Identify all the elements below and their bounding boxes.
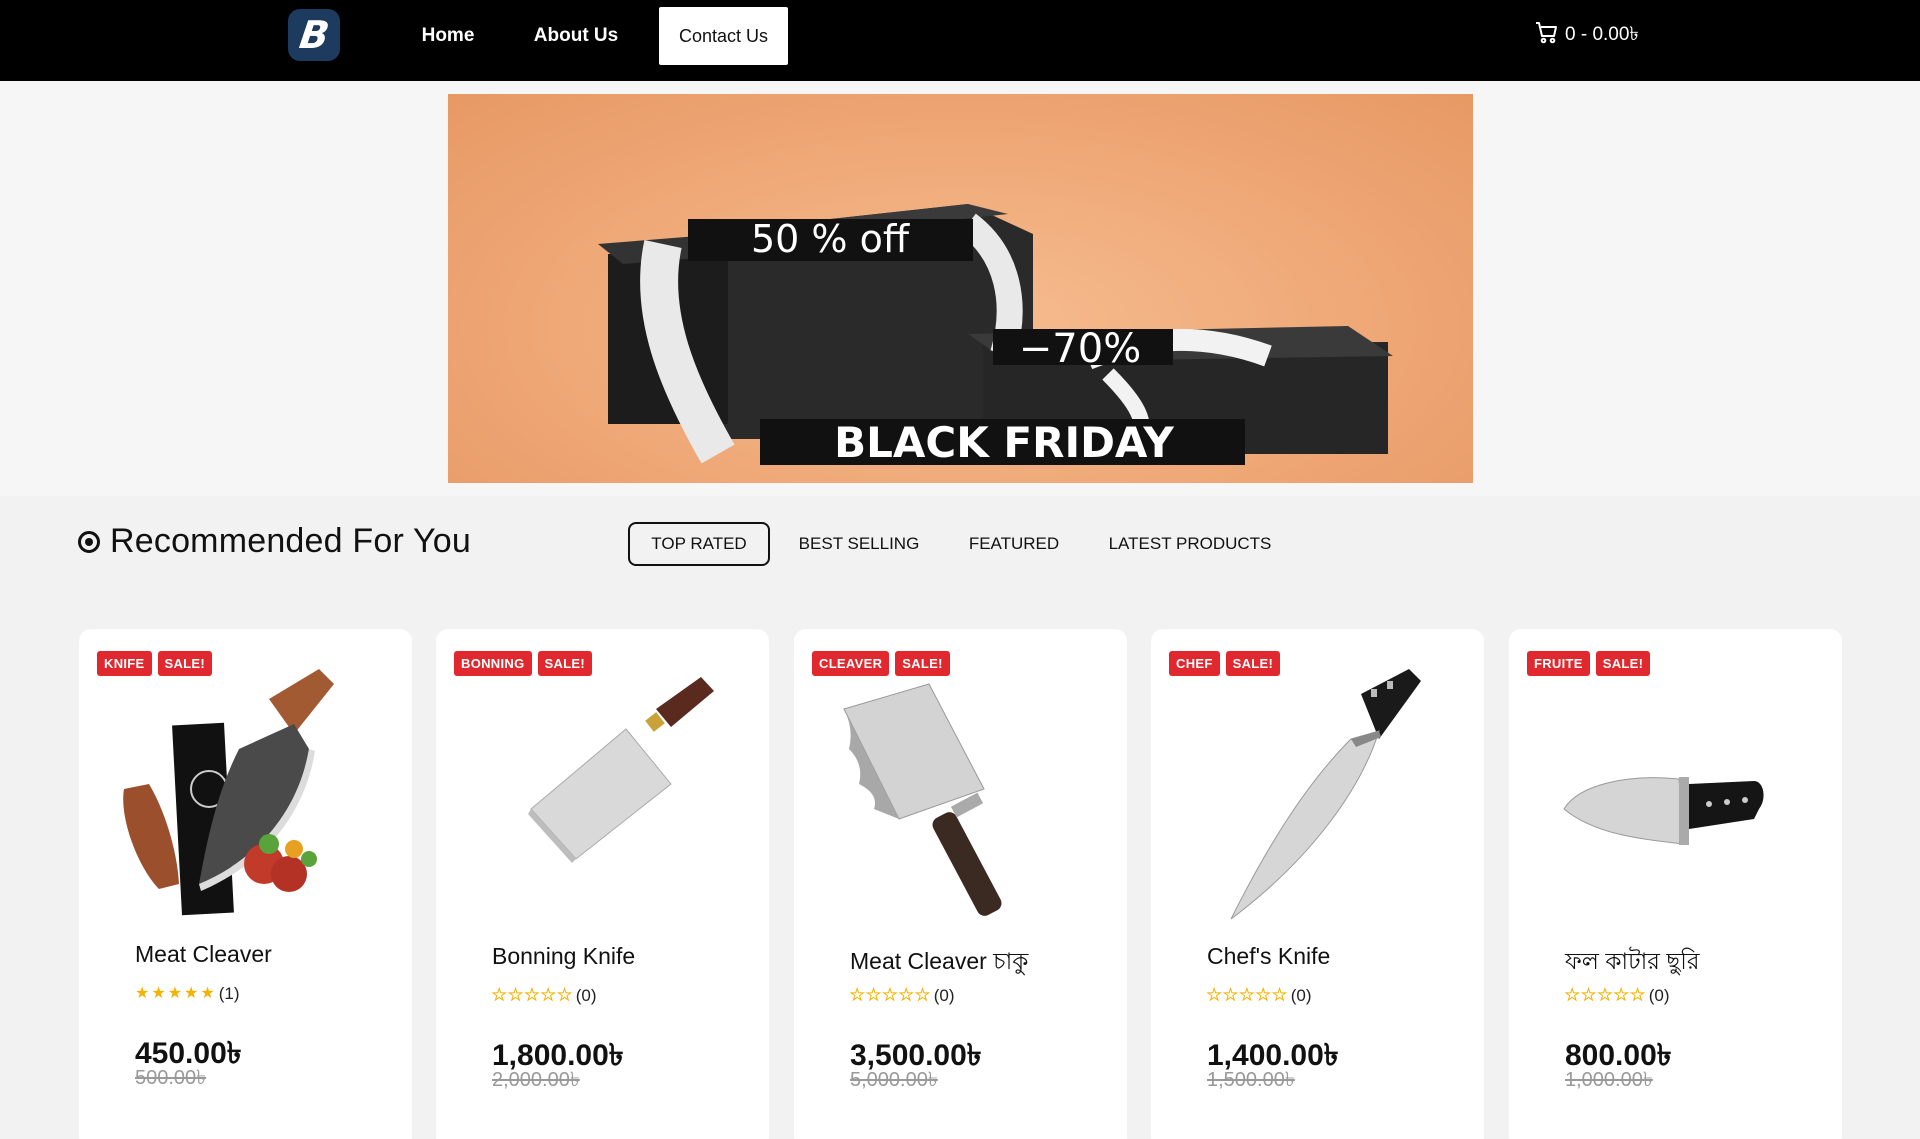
nav-home-link[interactable]: Home <box>410 7 486 65</box>
star-rating-icon: ★ ★ ★ ★ ★ <box>1206 987 1287 1004</box>
product-name[interactable]: Chef's Knife <box>1207 943 1330 970</box>
product-card[interactable]: BONNING SALE! Bonning Knife ★ ★ ★ ★ ★ (0) 1,… <box>436 629 769 1139</box>
star-rating-icon: ★ ★ ★ ★ ★ <box>135 985 215 1002</box>
product-name[interactable]: ফল কাটার ছুরি <box>1565 943 1700 982</box>
gift-boxes-illustration: 50 % off −70% BLACK FRIDAY <box>598 204 1393 467</box>
tab-latest-products[interactable]: LATEST PRODUCTS <box>1100 522 1280 566</box>
hero-banner[interactable]: 50 % off −70% BLACK FRIDAY <box>448 94 1473 483</box>
tab-best-selling[interactable]: BEST SELLING <box>788 522 930 566</box>
product-rating: ★ ★ ★ ★ ★ (0) <box>1564 986 1670 1006</box>
chef-knife-icon[interactable] <box>1191 669 1444 929</box>
product-card[interactable]: KNIFE SALE! Meat Cleaver ★ ★ ★ ★ ★ (1) 450.0… <box>79 629 412 1139</box>
logo-letter: B <box>296 13 332 57</box>
fruit-knife-icon[interactable] <box>1549 669 1802 929</box>
star-rating-icon: ★ ★ ★ ★ ★ <box>1564 987 1645 1004</box>
star-rating-icon: ★ ★ ★ ★ ★ <box>849 987 930 1004</box>
nav-contact-button[interactable]: Contact Us <box>659 7 788 65</box>
review-count: (0) <box>575 986 597 1005</box>
cart-icon <box>1535 21 1559 51</box>
product-name[interactable]: Meat Cleaver <box>135 941 272 968</box>
banner-text-top: 50 % off <box>751 217 910 261</box>
site-logo[interactable]: B <box>288 9 340 61</box>
product-old-price: 1,000.00৳ <box>1565 1069 1653 1091</box>
product-old-price: 2,000.00৳ <box>492 1069 580 1091</box>
boxed-cleaver-knife-set-icon[interactable] <box>119 669 372 929</box>
cart-total: 0 - 0.00৳ <box>1565 24 1639 45</box>
tab-top-rated[interactable]: TOP RATED <box>628 522 770 566</box>
star-rating-icon: ★ ★ ★ ★ ★ <box>491 987 572 1004</box>
product-rating: ★ ★ ★ ★ ★ (1) <box>135 984 240 1004</box>
section-title: Recommended For You <box>110 522 472 560</box>
product-card[interactable]: CHEF SALE! Chef's Knife ★ ★ ★ ★ ★ (0) 1,400.… <box>1151 629 1484 1139</box>
product-old-price: 1,500.00৳ <box>1207 1069 1295 1091</box>
product-rating: ★ ★ ★ ★ ★ (0) <box>1206 986 1312 1006</box>
target-bullet-icon <box>78 530 100 553</box>
review-count: (1) <box>218 984 240 1003</box>
review-count: (0) <box>1290 986 1312 1005</box>
tab-featured[interactable]: FEATURED <box>955 522 1073 566</box>
section-header: Recommended For You <box>78 522 471 561</box>
banner-text-mid: −70% <box>1019 326 1141 372</box>
product-name[interactable]: Bonning Knife <box>492 943 635 970</box>
review-count: (0) <box>1648 986 1670 1005</box>
product-old-price: 5,000.00৳ <box>850 1069 938 1091</box>
review-count: (0) <box>933 986 955 1005</box>
product-rating: ★ ★ ★ ★ ★ (0) <box>491 986 597 1006</box>
product-card[interactable]: FRUITE SALE! ফল কাটার ছুরি ★ ★ ★ ★ ★ (0) 800… <box>1509 629 1842 1139</box>
banner-text-bottom: BLACK FRIDAY <box>834 418 1174 467</box>
wavy-cleaver-icon[interactable] <box>834 669 1087 929</box>
product-rating: ★ ★ ★ ★ ★ (0) <box>849 986 955 1006</box>
chinese-cleaver-icon[interactable] <box>476 669 729 929</box>
product-name[interactable]: Meat Cleaver চাকু <box>850 943 1028 982</box>
product-old-price: 500.00৳ <box>135 1067 207 1089</box>
top-navigation-bar: B Home About Us Contact Us 0 - 0.00৳ <box>0 0 1920 81</box>
product-card[interactable]: CLEAVER SALE! Meat Cleaver চাকু ★ ★ ★ ★ ★ (0… <box>794 629 1127 1139</box>
nav-about-link[interactable]: About Us <box>525 7 627 65</box>
cart-summary[interactable]: 0 - 0.00৳ <box>1535 20 1639 52</box>
